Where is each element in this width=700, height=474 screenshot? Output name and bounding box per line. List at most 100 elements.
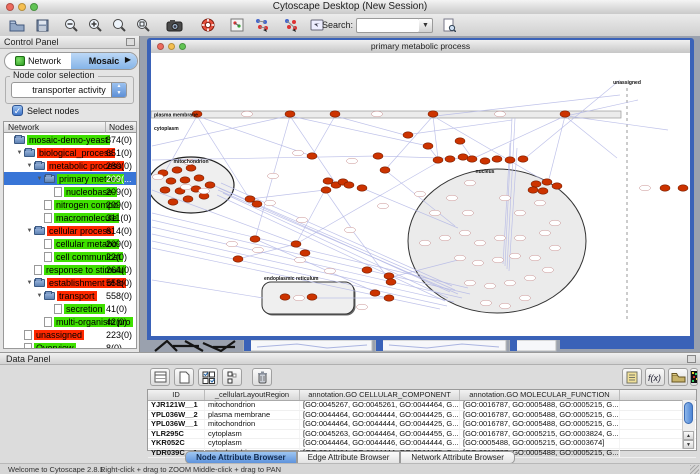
table-row[interactable]: YPL036W__2plasma membrane[GO:0044464, GO… (148, 411, 696, 421)
create-attribute-icon[interactable] (174, 368, 194, 386)
gene-node[interactable] (180, 177, 190, 183)
import-attributes-icon[interactable] (668, 368, 688, 386)
gene-node[interactable] (518, 156, 528, 162)
gene-node-chip[interactable] (415, 191, 426, 197)
gene-node-chip[interactable] (640, 185, 651, 191)
gene-node[interactable] (538, 188, 548, 194)
gene-node-chip[interactable] (153, 174, 164, 180)
gene-node-chip[interactable] (543, 267, 554, 273)
gene-node-chip[interactable] (455, 255, 466, 261)
gene-node[interactable] (172, 167, 182, 173)
gene-node[interactable] (194, 175, 204, 181)
gene-node-chip[interactable] (530, 255, 541, 261)
save-session-icon[interactable] (31, 16, 53, 34)
tree-row[interactable]: Overview8(0) (4, 341, 136, 349)
gene-node[interactable] (233, 256, 243, 262)
gene-node-chip[interactable] (495, 111, 506, 117)
gene-node-chip[interactable] (485, 283, 496, 289)
gene-node[interactable] (678, 185, 688, 191)
zoom-in-icon[interactable] (84, 16, 106, 34)
tree-row[interactable]: ▼cellular process614(0) (4, 224, 136, 237)
gene-node[interactable] (291, 241, 301, 247)
network-view-window[interactable]: primary metabolic process plasma membran… (147, 38, 694, 340)
gene-node-chip[interactable] (540, 230, 551, 236)
network-window-titlebar[interactable]: primary metabolic process (151, 40, 690, 54)
node-color-select[interactable]: transporter activity ▲▼ (11, 82, 127, 98)
gene-node[interactable] (362, 267, 372, 273)
scroll-down-button[interactable]: ▼ (683, 440, 694, 449)
gene-node-chip[interactable] (347, 158, 358, 164)
zoom-out-icon[interactable] (60, 16, 82, 34)
float-panel-icon[interactable] (126, 38, 135, 46)
gene-node[interactable] (330, 111, 340, 117)
gene-node-chip[interactable] (510, 253, 521, 259)
gene-node-chip[interactable] (297, 217, 308, 223)
resize-grip[interactable] (690, 465, 699, 474)
tree-row[interactable]: ▼establishment of lo558(0) (4, 276, 136, 289)
search-dropdown-arrow[interactable]: ▼ (419, 18, 433, 33)
gene-node-chip[interactable] (295, 257, 306, 263)
scrollbar-thumb[interactable] (684, 402, 693, 424)
tree-row[interactable]: ▼biological_process651(0) (4, 146, 136, 159)
disclosure-triangle-icon[interactable]: ▼ (15, 150, 24, 156)
gene-node[interactable] (403, 132, 413, 138)
select-all-attributes-icon[interactable] (198, 368, 218, 386)
gene-node[interactable] (300, 250, 310, 256)
gene-node-chip[interactable] (181, 184, 192, 190)
gene-node[interactable] (428, 111, 438, 117)
disclosure-triangle-icon[interactable]: ▼ (35, 293, 44, 299)
tab-mosaic[interactable]: Mosaic (71, 53, 137, 69)
network-canvas[interactable]: plasma membranecytoplasmmitochondrionnuc… (151, 53, 690, 336)
gene-node-chip[interactable] (199, 188, 210, 194)
gene-node-chip[interactable] (515, 210, 526, 216)
tree-row[interactable]: unassigned223(0) (4, 328, 136, 341)
disclosure-triangle-icon[interactable]: ▼ (25, 228, 34, 234)
gene-node-chip[interactable] (242, 111, 253, 117)
gene-node[interactable] (380, 167, 390, 173)
tree-row[interactable]: ▼primary metabo209(... (4, 172, 136, 185)
tree-row[interactable]: ▼metabolic process280(0) (4, 159, 136, 172)
gene-node-chip[interactable] (500, 303, 511, 309)
gene-node-chip[interactable] (525, 275, 536, 281)
gene-node[interactable] (384, 295, 394, 301)
gene-node[interactable] (467, 156, 477, 162)
delete-attribute-icon[interactable] (252, 368, 272, 386)
gene-node[interactable] (528, 187, 538, 193)
attribute-table-columns[interactable]: ID_cellularLayoutRegionannotation.GO CEL… (148, 390, 696, 401)
gene-node[interactable] (307, 294, 317, 300)
select-nodes-option[interactable]: ✓ Select nodes (12, 104, 79, 117)
gene-node-chip[interactable] (447, 195, 458, 201)
gene-node[interactable] (423, 143, 433, 149)
tree-row[interactable]: mosaic-demo-yeast874(0) (4, 133, 136, 146)
gene-node[interactable] (458, 154, 468, 160)
gene-node-chip[interactable] (265, 200, 276, 206)
gene-node-chip[interactable] (420, 240, 431, 246)
gene-node-chip[interactable] (294, 295, 305, 301)
gene-node[interactable] (384, 273, 394, 279)
gene-node-chip[interactable] (535, 200, 546, 206)
select-attributes-icon[interactable] (150, 368, 170, 386)
plasma-membrane-region[interactable] (151, 111, 621, 118)
gene-node[interactable] (480, 158, 490, 164)
gene-node-chip[interactable] (550, 220, 561, 226)
gene-node-chip[interactable] (463, 210, 474, 216)
scroll-up-button[interactable]: ▲ (683, 431, 694, 440)
help-lifering-icon[interactable] (197, 16, 219, 34)
tree-row[interactable]: response to stimulu264(0) (4, 263, 136, 276)
gene-node-chip[interactable] (440, 235, 451, 241)
gene-node[interactable] (285, 111, 295, 117)
disclosure-triangle-icon[interactable]: ▼ (25, 280, 34, 286)
background-window-slivers[interactable] (147, 340, 694, 352)
tree-row[interactable]: cellular metabo209(0) (4, 237, 136, 250)
gene-node[interactable] (373, 153, 383, 159)
gene-node-chip[interactable] (378, 203, 389, 209)
function-builder-icon[interactable]: f(x) (645, 368, 665, 386)
zoom-fit-icon[interactable] (132, 16, 154, 34)
gene-node-chip[interactable] (515, 235, 526, 241)
gene-node[interactable] (250, 236, 260, 242)
table-scrollbar[interactable]: ▲ ▼ (682, 400, 695, 449)
zoom-selected-icon[interactable] (108, 16, 130, 34)
gene-node[interactable] (245, 196, 255, 202)
open-file-icon[interactable] (6, 16, 28, 34)
advanced-search-icon[interactable] (438, 16, 460, 34)
